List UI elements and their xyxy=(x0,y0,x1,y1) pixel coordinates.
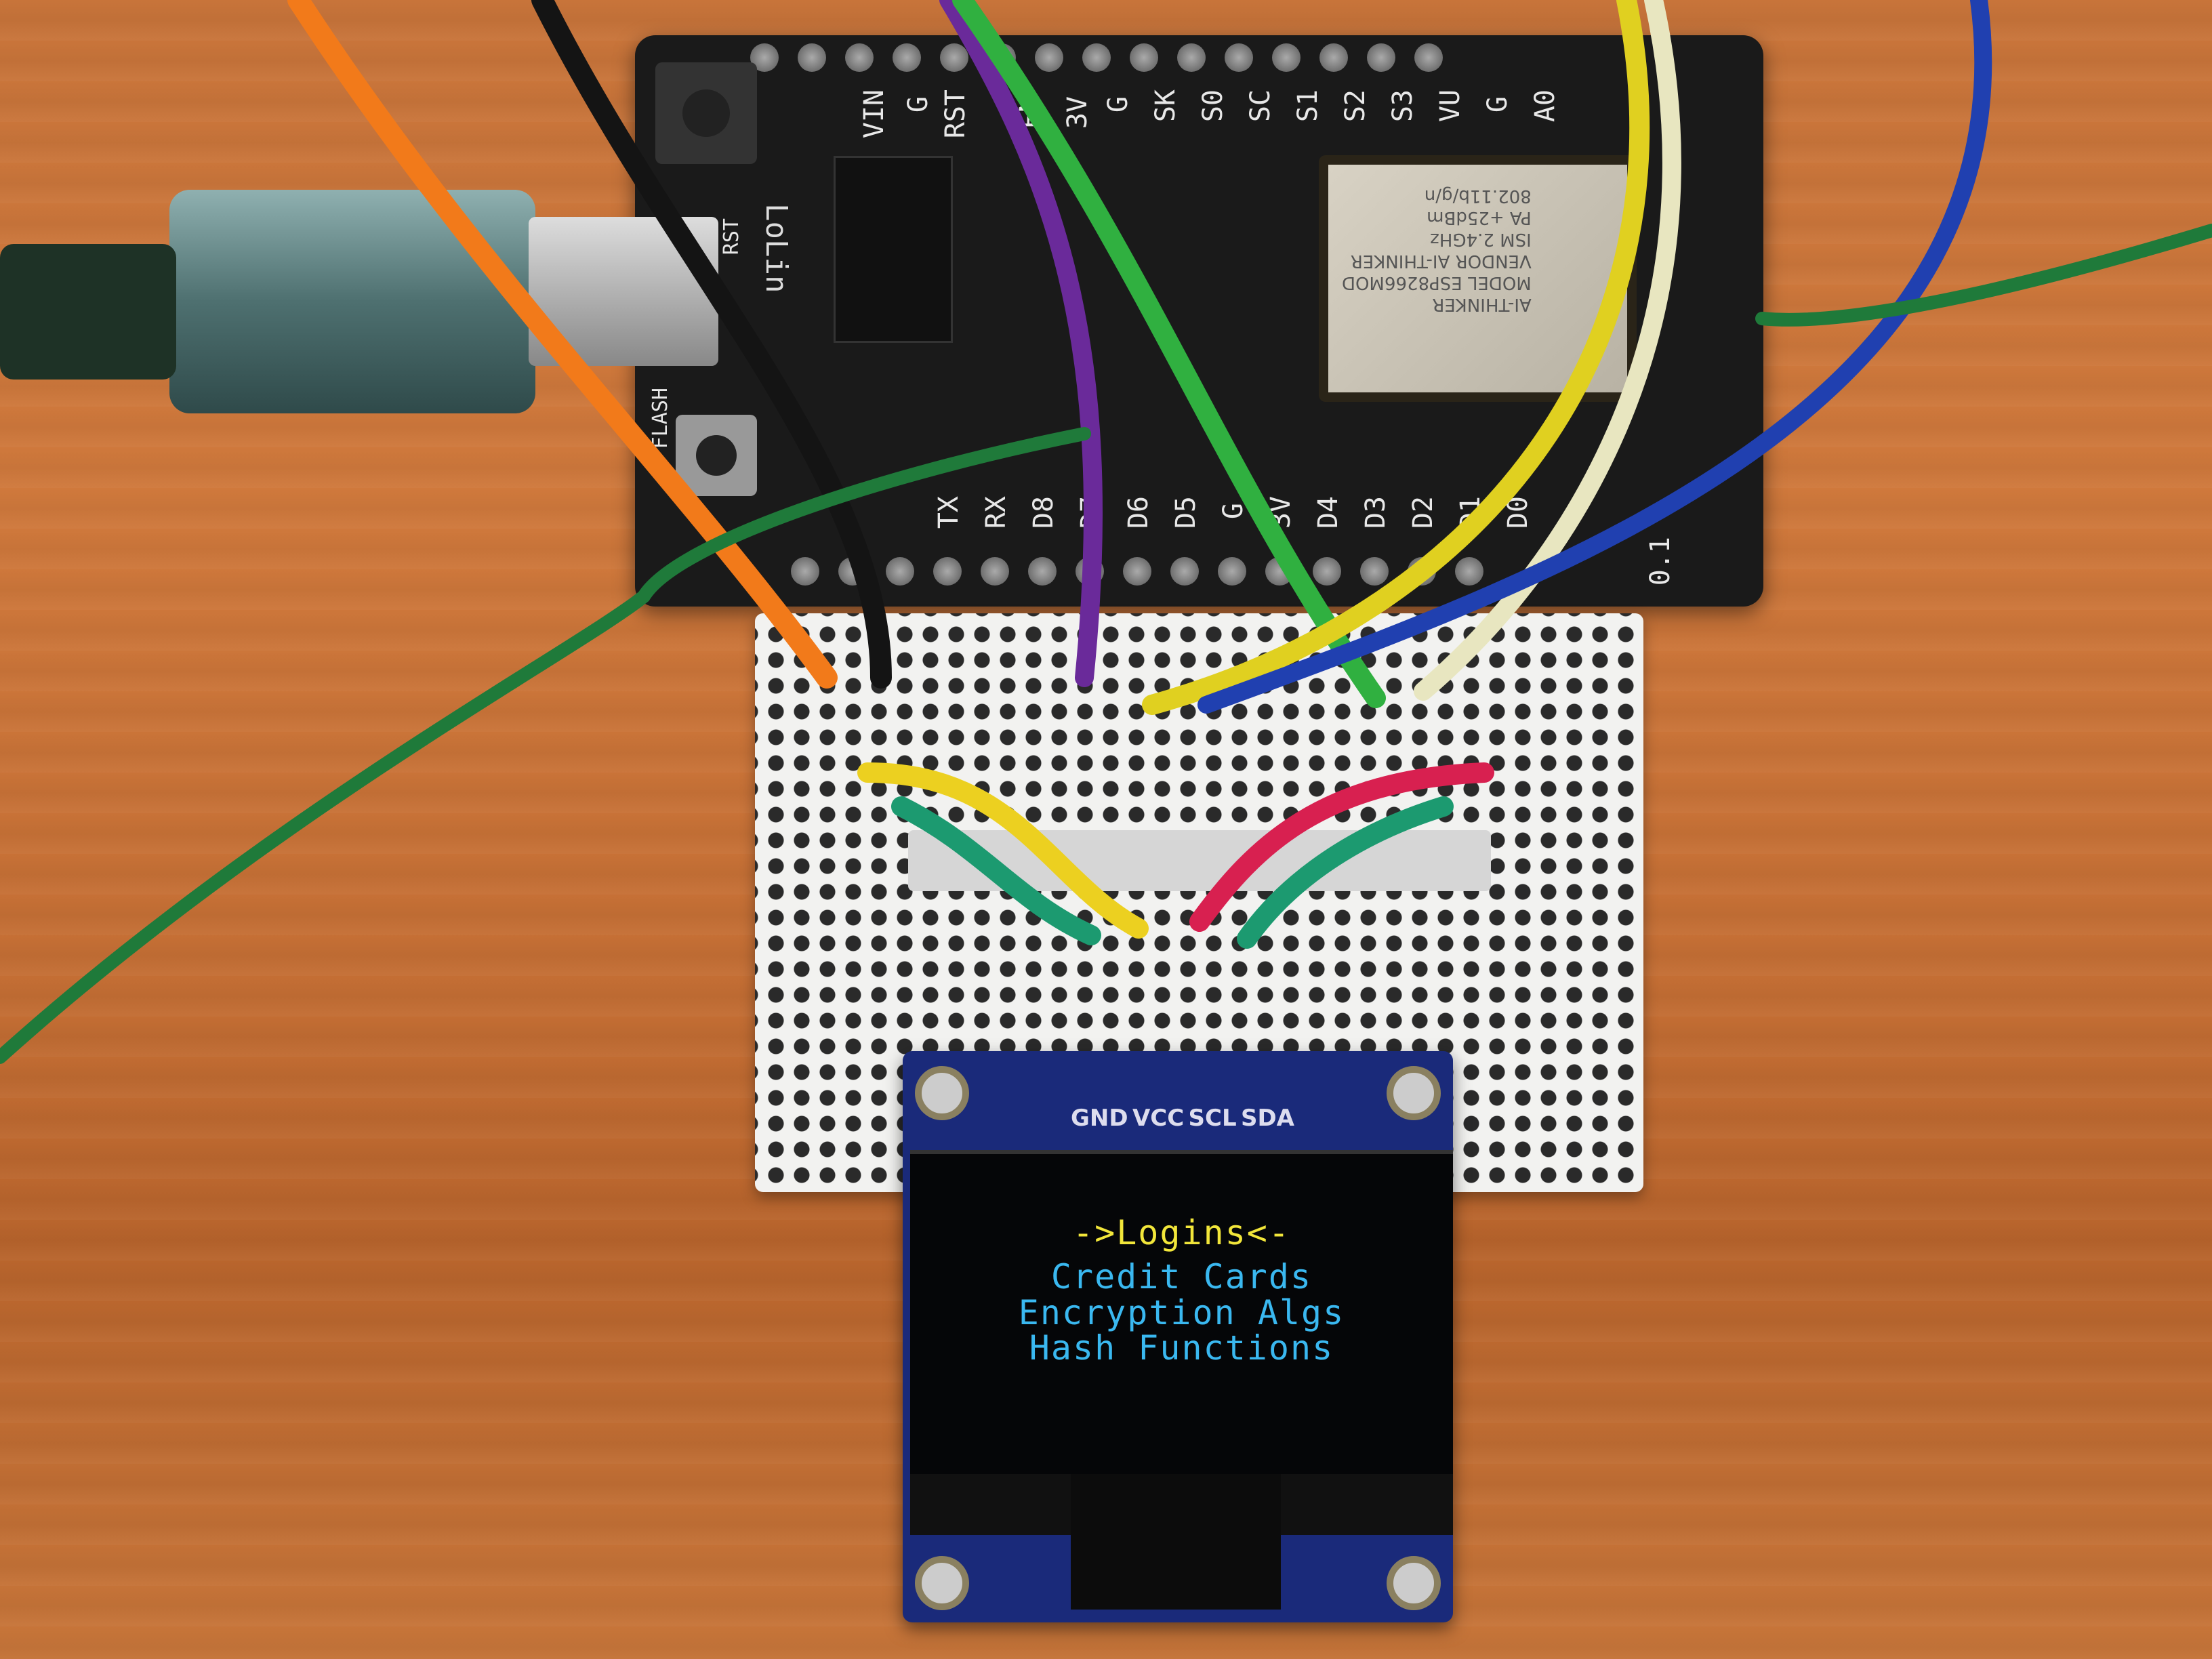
pin-label-sda: SDA xyxy=(1240,1105,1294,1132)
menu-item: Encryption Algs xyxy=(1018,1293,1345,1332)
oled-flex-cable xyxy=(1071,1474,1281,1610)
pin-label-vcc: VCC xyxy=(1132,1105,1185,1132)
black-wire xyxy=(531,0,892,689)
oled-pin-labels: GND VCC SCL SDA xyxy=(1071,1105,1294,1132)
dark-green-wire xyxy=(0,224,2212,1064)
green-wire xyxy=(952,0,1386,708)
pin-label-scl: SCL xyxy=(1188,1105,1237,1132)
menu-item: Credit Cards xyxy=(1050,1257,1313,1296)
pin-label-gnd: GND xyxy=(1071,1105,1128,1132)
menu-item-selected: ->Logins<- xyxy=(1072,1213,1291,1252)
yellow-wire xyxy=(1142,0,1650,715)
menu-item: Hash Functions xyxy=(1029,1328,1334,1368)
short-yellow-wire xyxy=(857,762,1149,939)
